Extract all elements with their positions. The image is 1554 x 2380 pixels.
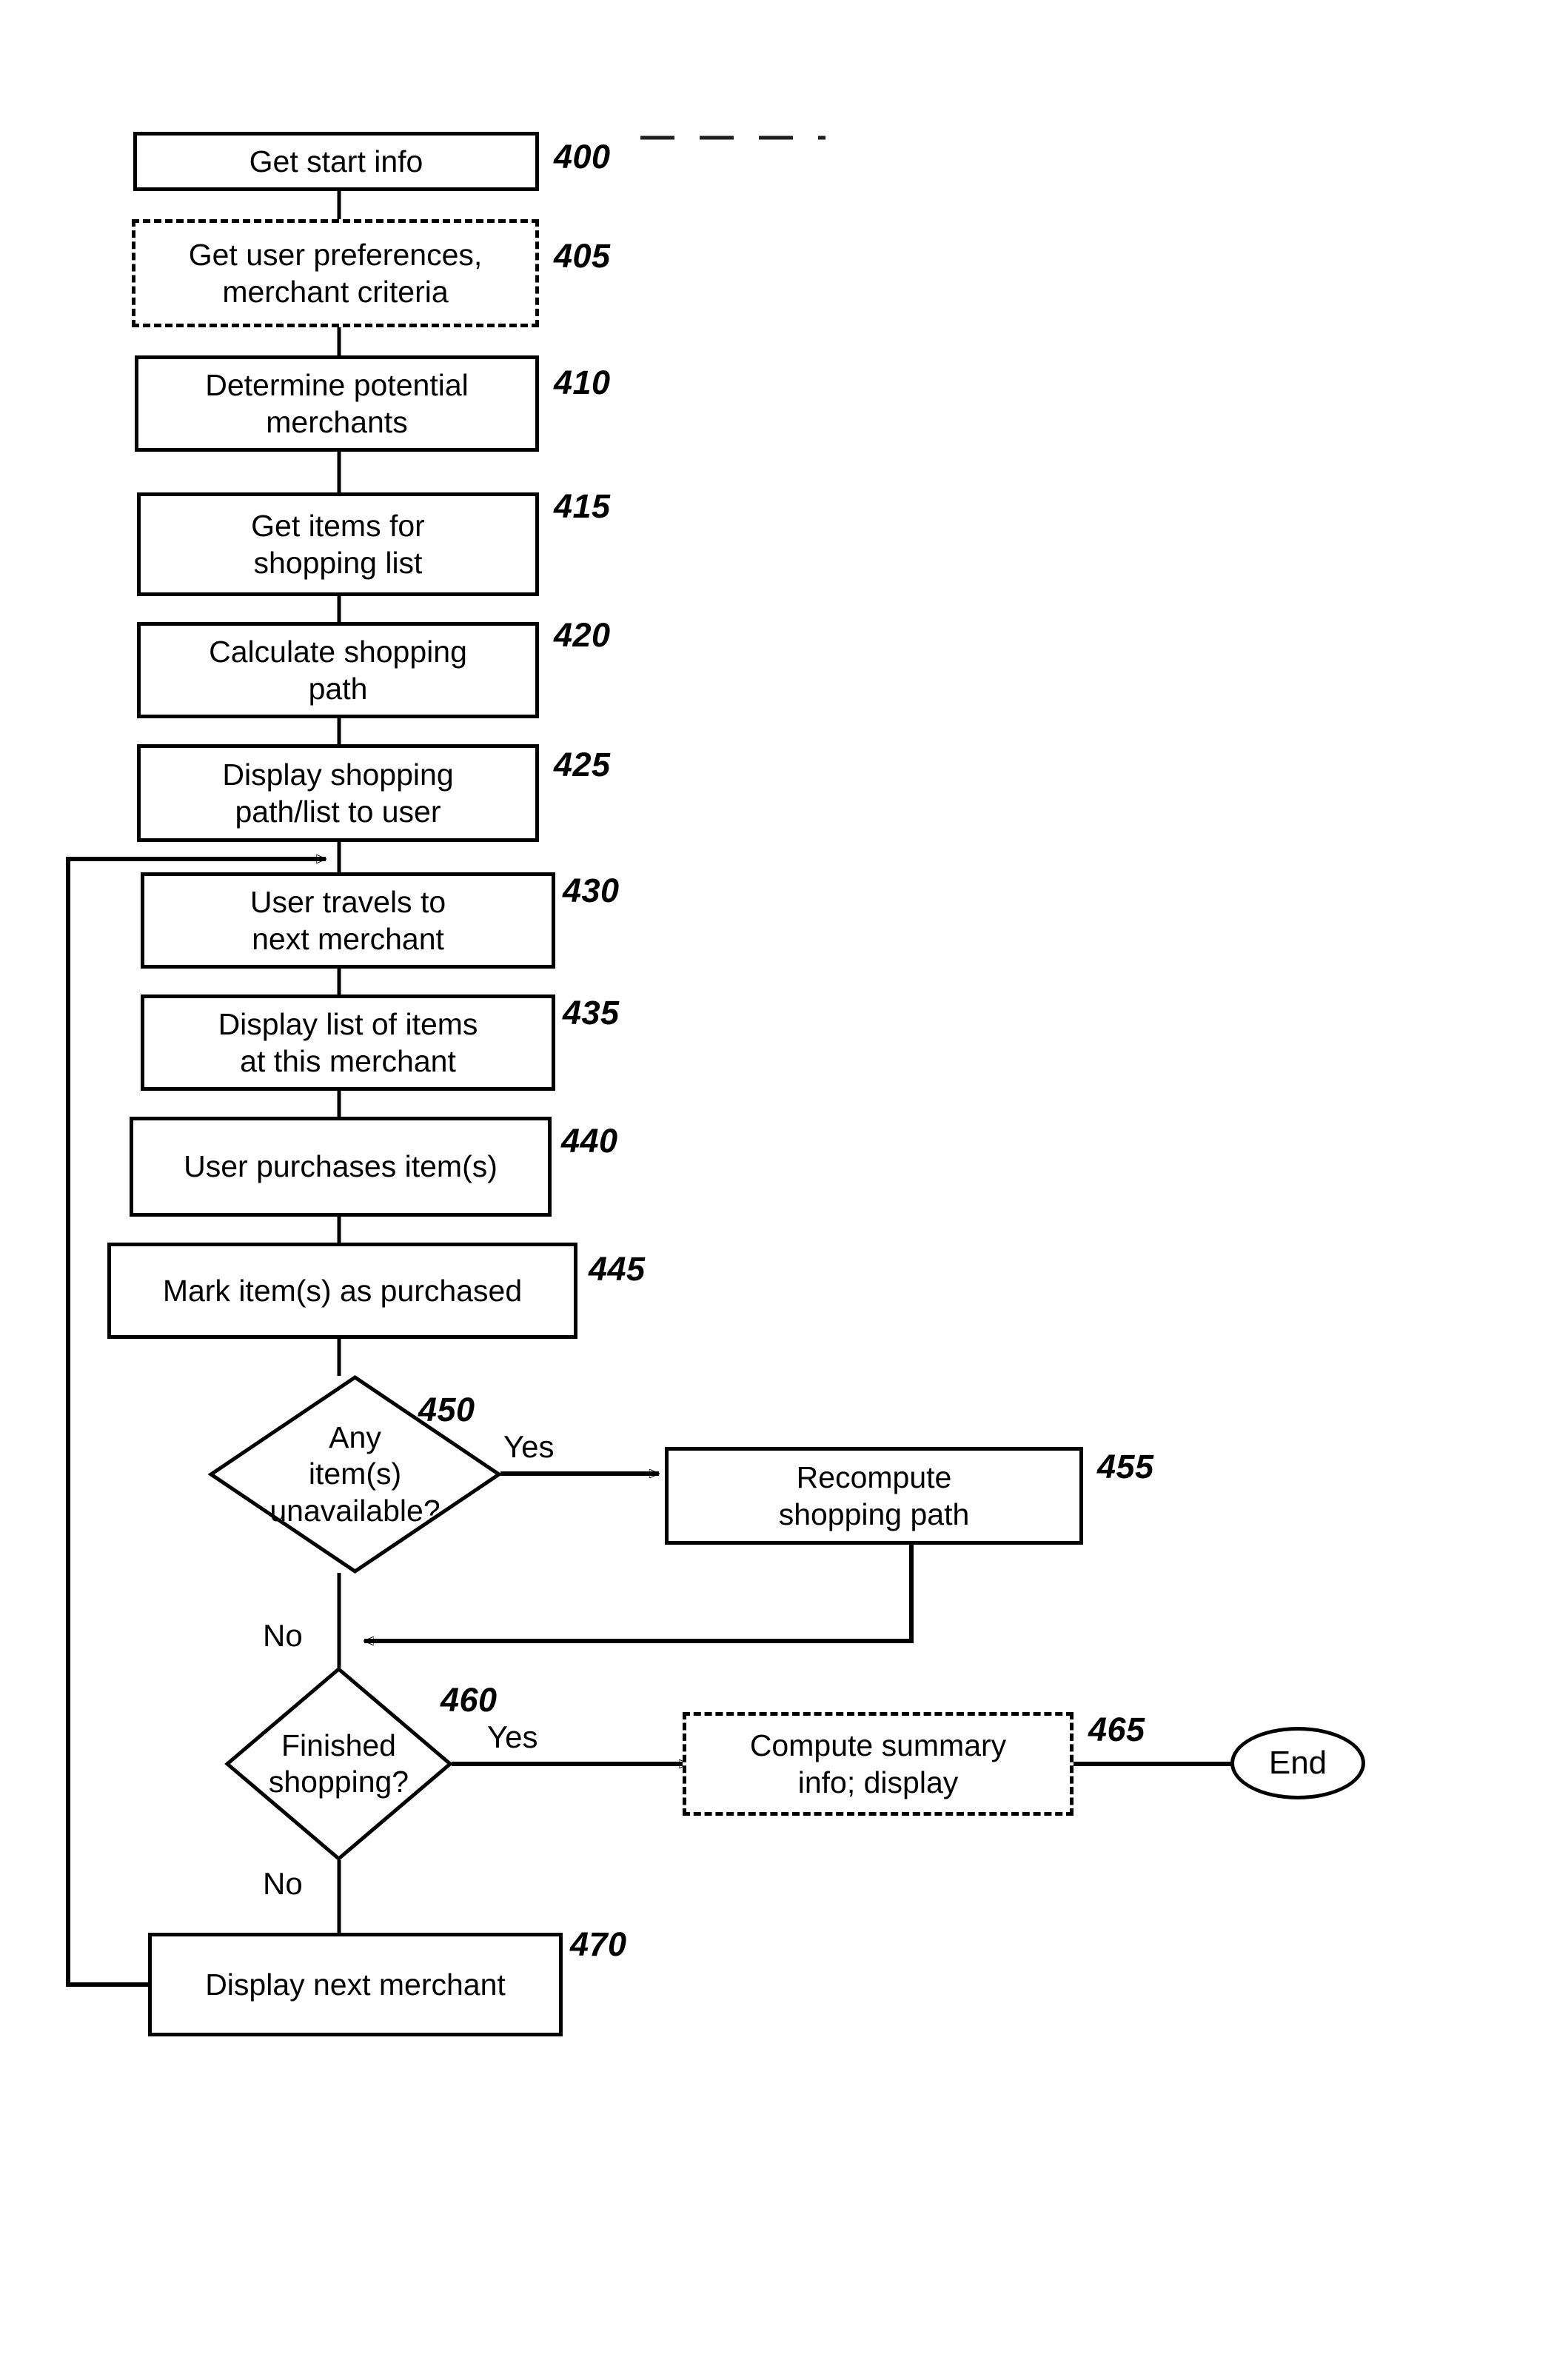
node-compute-summary-info: Compute summary info; display bbox=[683, 1712, 1074, 1816]
node-display-next-merchant: Display next merchant bbox=[148, 1933, 563, 2036]
branch-label-no-450: No bbox=[263, 1618, 303, 1653]
ref-460: 460 bbox=[441, 1681, 498, 1719]
node-determine-potential-merchants: Determine potential merchants bbox=[135, 355, 539, 452]
ref-425: 425 bbox=[554, 746, 611, 783]
ref-470: 470 bbox=[570, 1925, 627, 1963]
ref-430: 430 bbox=[563, 872, 620, 909]
node-get-items-for-shopping-list: Get items for shopping list bbox=[137, 492, 539, 596]
ref-455: 455 bbox=[1097, 1448, 1154, 1485]
branch-label-no-460: No bbox=[263, 1866, 303, 1901]
ref-465: 465 bbox=[1088, 1711, 1145, 1748]
node-display-list-of-items: Display list of items at this merchant bbox=[141, 995, 555, 1091]
ref-415: 415 bbox=[554, 487, 611, 525]
ref-420: 420 bbox=[554, 616, 611, 654]
flowchart-canvas: Get start info 400 Get user preferences,… bbox=[0, 0, 1554, 2380]
ref-435: 435 bbox=[563, 994, 620, 1032]
node-end-terminator: End bbox=[1230, 1727, 1365, 1799]
ref-450: 450 bbox=[418, 1391, 475, 1428]
node-recompute-shopping-path: Recompute shopping path bbox=[665, 1447, 1083, 1545]
node-calculate-shopping-path: Calculate shopping path bbox=[137, 622, 539, 718]
node-user-travels-to-next-merchant: User travels to next merchant bbox=[141, 872, 555, 969]
ref-410: 410 bbox=[554, 364, 611, 401]
node-get-start-info: Get start info bbox=[133, 132, 539, 191]
node-mark-items-as-purchased: Mark item(s) as purchased bbox=[107, 1243, 577, 1339]
ref-440: 440 bbox=[561, 1122, 618, 1160]
ref-405: 405 bbox=[554, 237, 611, 275]
node-display-shopping-path: Display shopping path/list to user bbox=[137, 744, 539, 842]
node-get-user-preferences: Get user preferences, merchant criteria bbox=[132, 219, 539, 327]
ref-445: 445 bbox=[589, 1250, 646, 1288]
branch-label-yes-460: Yes bbox=[487, 1719, 538, 1754]
node-user-purchases-items: User purchases item(s) bbox=[130, 1117, 552, 1217]
ref-400: 400 bbox=[554, 138, 611, 176]
node-finished-shopping: Finished shopping? bbox=[224, 1666, 453, 1862]
branch-label-yes-450: Yes bbox=[503, 1429, 555, 1464]
